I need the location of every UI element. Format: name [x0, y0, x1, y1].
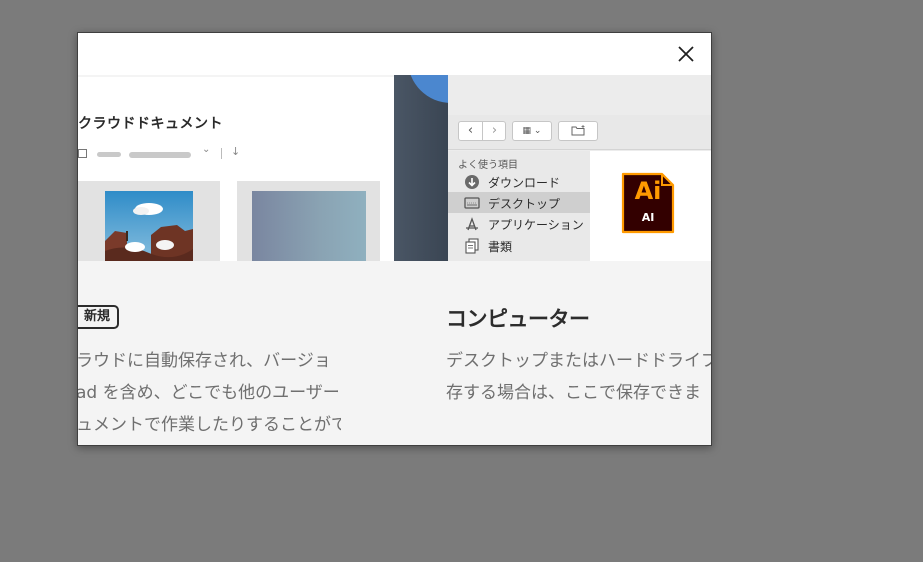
ai-file-label: AI	[641, 211, 655, 224]
divider	[221, 148, 222, 159]
finder-file-area: Ai AI	[590, 151, 711, 261]
description-line: デスクトップまたはハードドライブに	[446, 351, 712, 371]
chevron-down-icon: ⌄	[202, 144, 211, 155]
checkbox-illustration	[78, 149, 87, 158]
new-folder-icon	[571, 125, 585, 136]
cloud-documents-title: クラウドドキュメント	[78, 116, 223, 132]
cloud-toolbar-illustration: ⌄ ↓	[78, 144, 278, 161]
documents-icon	[465, 238, 479, 254]
sidebar-item-downloads[interactable]: ダウンロード	[448, 171, 590, 192]
sidebar-item-label: 書類	[488, 240, 513, 254]
save-location-dialog: クラウドドキュメント ⌄ ↓ ‹ › ▦ ⌄ よく使う項目 ダウンロード デスク…	[77, 32, 712, 446]
document-thumbnail	[105, 191, 193, 261]
applications-icon	[466, 217, 478, 231]
sidebar-item-desktop[interactable]: デスクトップ	[448, 192, 590, 213]
forward-button[interactable]: ›	[483, 122, 506, 140]
sidebar-item-documents[interactable]: 書類	[448, 235, 590, 256]
sidebar-item-applications[interactable]: アプリケーション	[448, 213, 590, 234]
sidebar-heading: よく使う項目	[458, 160, 518, 171]
document-card	[237, 181, 380, 261]
cloud-description: ラウドに自動保存され、バージョ ad を含め、どこでも他のユーザー ュメントで作…	[77, 345, 341, 441]
computer-option-title[interactable]: コンピューター	[446, 303, 590, 333]
placeholder-bar	[129, 152, 191, 158]
description-line: ラウドに自動保存され、バージョ	[77, 351, 331, 371]
ai-logo-text: Ai	[634, 177, 662, 205]
new-folder-button[interactable]	[558, 121, 598, 141]
illustration-area: クラウドドキュメント ⌄ ↓ ‹ › ▦ ⌄ よく使う項目 ダウンロード デスク…	[78, 75, 711, 261]
computer-description: デスクトップまたはハードドライブに 存する場合は、ここで保存できま	[446, 345, 712, 409]
close-icon	[678, 46, 694, 62]
illustration-divider	[394, 75, 448, 261]
finder-window-illustration: ‹ › ▦ ⌄ よく使う項目 ダウンロード デスクトップ アプリケーション 書類…	[448, 75, 711, 261]
sidebar-item-label: アプリケーション	[488, 218, 584, 232]
close-button[interactable]	[675, 43, 697, 65]
cloud-documents-illustration: クラウドドキュメント ⌄ ↓	[78, 77, 396, 261]
description-line: ュメントで作業したりすることがで	[77, 415, 341, 435]
illustrator-file-icon[interactable]: Ai AI	[620, 171, 676, 235]
new-badge: 新規	[78, 305, 120, 329]
description-line: ad を含め、どこでも他のユーザー	[77, 383, 340, 403]
view-options-button[interactable]: ▦ ⌄	[512, 121, 552, 141]
sidebar-item-label: デスクトップ	[488, 197, 561, 211]
download-arrow-icon: ↓	[231, 145, 241, 158]
description-line: 存する場合は、ここで保存できま	[446, 383, 701, 403]
placeholder-bar	[97, 152, 121, 157]
finder-sidebar: よく使う項目 ダウンロード デスクトップ アプリケーション 書類	[448, 151, 590, 261]
dialog-title-bar	[78, 33, 711, 75]
desktop-icon	[464, 197, 480, 209]
document-card	[78, 181, 220, 261]
download-icon	[465, 175, 479, 189]
document-thumbnail	[252, 191, 366, 261]
sidebar-item-label: ダウンロード	[488, 176, 561, 190]
back-button[interactable]: ‹	[459, 122, 483, 140]
finder-nav-buttons: ‹ ›	[458, 121, 506, 141]
